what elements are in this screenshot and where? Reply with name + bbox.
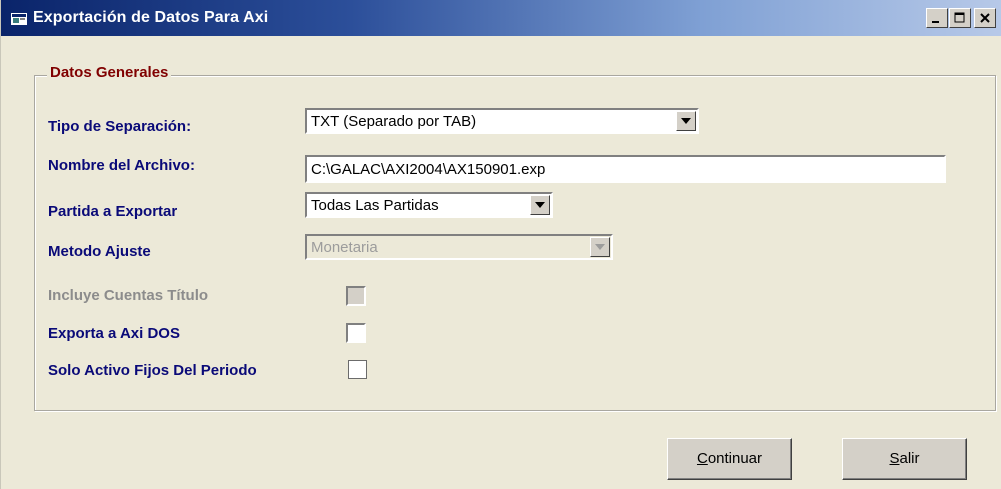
adjust-method-select: Monetaria — [305, 234, 613, 260]
adjust-method-value: Monetaria — [311, 239, 378, 256]
exit-label: alir — [899, 450, 920, 467]
adjust-method-label: Metodo Ajuste — [48, 243, 151, 260]
separation-type-select[interactable]: TXT (Separado por TAB) — [305, 108, 699, 134]
export-axi-dos-label: Exporta a Axi DOS — [48, 325, 180, 342]
app-icon — [11, 12, 27, 25]
group-title: Datos Generales — [47, 64, 172, 81]
only-fixed-assets-label: Solo Activo Fijos Del Periodo — [48, 362, 257, 379]
entry-to-export-value: Todas Las Partidas — [311, 197, 439, 214]
chevron-down-icon — [535, 202, 545, 208]
include-title-accounts-checkbox — [346, 286, 366, 306]
export-dialog: Exportación de Datos Para Axi Datos Gene… — [0, 0, 1001, 489]
close-icon — [980, 13, 990, 23]
close-button[interactable] — [974, 8, 996, 28]
entry-to-export-label: Partida a Exportar — [48, 203, 178, 220]
separation-type-dropdown-button[interactable] — [676, 111, 696, 131]
maximize-button[interactable] — [949, 8, 971, 28]
file-name-label: Nombre del Archivo: — [48, 157, 195, 174]
include-title-accounts-label: Incluye Cuentas Título — [48, 287, 209, 304]
adjust-method-dropdown-button — [590, 237, 610, 257]
export-axi-dos-checkbox[interactable] — [346, 323, 366, 343]
minimize-button[interactable] — [926, 8, 948, 28]
continue-label: ontinuar — [707, 450, 763, 467]
exit-accel: S — [889, 450, 900, 467]
chevron-down-icon — [595, 244, 605, 250]
separation-type-value: TXT (Separado por TAB) — [311, 113, 477, 130]
chevron-down-icon — [681, 118, 691, 124]
only-fixed-assets-checkbox[interactable] — [348, 360, 367, 379]
maximize-icon — [954, 12, 965, 23]
title-bar[interactable]: Exportación de Datos Para Axi — [1, 0, 1001, 36]
entry-to-export-dropdown-button[interactable] — [530, 195, 550, 215]
file-name-input[interactable] — [309, 159, 944, 179]
separation-type-label: Tipo de Separación: — [48, 118, 192, 135]
entry-to-export-select[interactable]: Todas Las Partidas — [305, 192, 553, 218]
file-name-field-box — [305, 155, 946, 183]
minimize-icon — [932, 21, 939, 23]
continue-accel: C — [696, 450, 708, 467]
exit-button[interactable]: Salir — [842, 438, 967, 480]
continue-button[interactable]: Continuar — [667, 438, 792, 480]
window-title: Exportación de Datos Para Axi — [33, 9, 269, 26]
